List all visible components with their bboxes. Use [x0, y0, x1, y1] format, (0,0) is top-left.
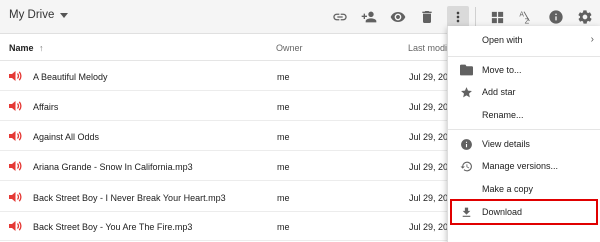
audio-file-icon	[9, 191, 23, 205]
caret-down-icon	[60, 13, 69, 18]
context-menu: Open with › Move to... Add star Rename..…	[447, 26, 600, 242]
audio-file-icon	[9, 130, 23, 144]
toolbar-divider	[475, 7, 476, 27]
chevron-right-icon: ›	[590, 34, 594, 45]
file-name: Ariana Grande - Snow In California.mp3	[33, 162, 193, 172]
file-owner: me	[277, 193, 290, 203]
file-name: Against All Odds	[33, 132, 100, 142]
audio-file-icon	[9, 70, 23, 84]
audio-file-icon	[9, 100, 23, 114]
menu-item-label: View details	[482, 139, 530, 149]
menu-item-label: Manage versions...	[482, 161, 559, 171]
link-icon[interactable]	[329, 6, 351, 28]
folder-icon	[459, 63, 473, 77]
file-owner: me	[277, 222, 290, 232]
menu-item-label: Open with	[482, 35, 523, 45]
info-icon	[459, 137, 473, 151]
audio-file-icon	[9, 220, 23, 234]
file-name: A Beautiful Melody	[33, 72, 108, 82]
menu-item-download[interactable]: Download	[448, 201, 600, 223]
menu-item-manage-versions[interactable]: Manage versions...	[448, 155, 600, 177]
svg-text:Z: Z	[525, 18, 530, 25]
owner-column-header[interactable]: Owner	[276, 43, 303, 53]
menu-item-label: Rename...	[482, 110, 524, 120]
drive-title-label: My Drive	[9, 9, 55, 21]
download-icon	[459, 205, 473, 219]
my-drive-dropdown[interactable]: My Drive	[9, 9, 69, 21]
menu-item-label: Make a copy	[482, 184, 534, 194]
audio-file-icon	[9, 160, 23, 174]
file-owner: me	[277, 102, 290, 112]
svg-text:A: A	[519, 10, 524, 18]
menu-item-label: Add star	[482, 87, 516, 97]
name-column-header[interactable]: Name ↑	[9, 43, 44, 53]
menu-item-open-with[interactable]: Open with ›	[448, 29, 600, 51]
sort-az-icon[interactable]: A Z	[515, 6, 537, 28]
file-owner: me	[277, 72, 290, 82]
settings-gear-icon[interactable]	[574, 6, 596, 28]
trash-icon[interactable]	[416, 6, 438, 28]
menu-item-add-star[interactable]: Add star	[448, 81, 600, 103]
file-name: Back Street Boy - I Never Break Your Hea…	[33, 193, 226, 203]
menu-item-label: Move to...	[482, 65, 522, 75]
grid-view-icon[interactable]	[486, 6, 508, 28]
menu-item-view-details[interactable]: View details	[448, 133, 600, 155]
menu-divider	[448, 56, 600, 57]
menu-divider	[448, 129, 600, 130]
name-header-label: Name	[9, 43, 34, 53]
info-icon[interactable]	[545, 6, 567, 28]
star-icon	[459, 85, 473, 99]
file-name: Affairs	[33, 102, 59, 112]
add-person-icon[interactable]	[358, 6, 380, 28]
eye-icon[interactable]	[387, 6, 409, 28]
history-icon	[459, 159, 473, 173]
file-name: Back Street Boy - You Are The Fire.mp3	[33, 222, 193, 232]
menu-item-label: Download	[482, 207, 523, 217]
file-owner: me	[277, 162, 290, 172]
sort-arrow-icon: ↑	[39, 43, 44, 53]
more-vert-icon[interactable]	[447, 6, 469, 28]
menu-item-make-a-copy[interactable]: Make a copy	[448, 178, 600, 200]
menu-item-rename[interactable]: Rename...	[448, 104, 600, 126]
menu-item-move-to[interactable]: Move to...	[448, 59, 600, 81]
file-owner: me	[277, 132, 290, 142]
